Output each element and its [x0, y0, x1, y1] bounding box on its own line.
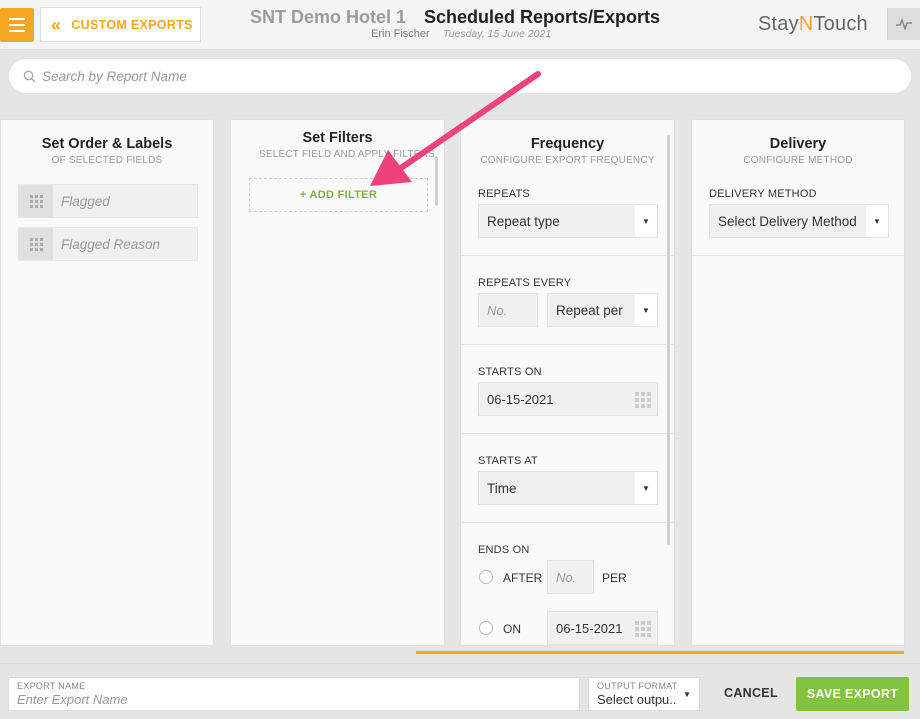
cancel-button[interactable]: CANCEL — [724, 686, 778, 700]
search-input[interactable] — [42, 68, 642, 84]
ends-on-radio[interactable] — [479, 621, 493, 635]
footer-bar: EXPORT NAME Enter Export Name OUTPUT FOR… — [0, 663, 920, 719]
logo-part-n: N — [798, 13, 814, 35]
delivery-panel-subtitle: CONFIGURE METHOD — [743, 155, 853, 166]
delivery-panel-title: Delivery — [769, 136, 827, 152]
save-export-button[interactable]: SAVE EXPORT — [796, 677, 909, 711]
progress-indicator-bar — [416, 651, 904, 654]
order-panel-subtitle: OF SELECTED FIELDS — [51, 155, 163, 166]
order-panel-title: Set Order & Labels — [41, 136, 173, 152]
field-item-flagged-reason[interactable]: Flagged Reason — [18, 227, 198, 261]
caret-down-icon: ▼ — [635, 294, 657, 326]
field-item-flagged[interactable]: Flagged — [18, 184, 198, 218]
page-title: Scheduled Reports/Exports — [424, 7, 661, 27]
filters-scrollbar[interactable] — [435, 156, 438, 206]
repeat-type-select[interactable]: Repeat type ▼ — [478, 204, 658, 238]
repeat-number-input[interactable]: No. — [478, 293, 538, 327]
frequency-panel: Frequency CONFIGURE EXPORT FREQUENCY REP… — [460, 119, 675, 646]
staynt-logo: StayNTouch — [758, 13, 868, 36]
drag-handle-icon[interactable] — [19, 228, 53, 260]
caret-down-icon: ▼ — [635, 472, 657, 504]
user-name: Erin Fischer — [371, 28, 430, 40]
hamburger-menu-icon[interactable] — [0, 8, 34, 42]
ends-on-date-input[interactable]: 06-15-2021 — [547, 611, 658, 645]
starts-at-time-select[interactable]: Time ▼ — [478, 471, 658, 505]
starts-on-date-value: 06-15-2021 — [487, 391, 554, 407]
caret-down-icon: ▼ — [866, 205, 888, 237]
logo-part-stay: Stay — [758, 13, 799, 35]
repeats-label: REPEATS — [478, 188, 530, 200]
export-name-field[interactable]: EXPORT NAME Enter Export Name — [8, 677, 580, 711]
per-label: PER — [602, 571, 627, 585]
activity-pulse-icon[interactable] — [887, 8, 920, 40]
double-chevron-left-icon: « — [51, 14, 62, 35]
back-button-label: CUSTOM EXPORTS — [71, 17, 193, 32]
back-to-custom-exports-button[interactable]: « CUSTOM EXPORTS — [40, 7, 201, 42]
export-name-label: EXPORT NAME — [17, 681, 86, 691]
repeat-per-select[interactable]: Repeat per ▼ — [547, 293, 658, 327]
ends-on-date-value: 06-15-2021 — [556, 620, 623, 636]
add-filter-button[interactable]: + ADD FILTER — [249, 178, 428, 212]
delivery-method-label: DELIVERY METHOD — [709, 188, 817, 200]
business-date: Tuesday, 15 June 2021 — [443, 28, 552, 40]
repeat-per-value: Repeat per — [556, 302, 623, 318]
section-divider — [692, 255, 906, 256]
field-label: Flagged Reason — [61, 236, 161, 252]
frequency-panel-subtitle: CONFIGURE EXPORT FREQUENCY — [480, 155, 655, 166]
repeat-type-value: Repeat type — [487, 213, 560, 229]
calendar-icon[interactable] — [635, 392, 651, 408]
time-value: Time — [487, 480, 517, 496]
repeats-every-label: REPEATS EVERY — [478, 277, 572, 289]
field-label: Flagged — [61, 193, 110, 209]
delivery-method-select[interactable]: Select Delivery Method ▼ — [709, 204, 889, 238]
search-icon — [23, 70, 36, 82]
caret-down-icon: ▼ — [683, 690, 691, 699]
section-divider — [461, 255, 674, 256]
output-format-select[interactable]: OUTPUT FORMAT Select outpu.. ▼ — [588, 677, 700, 711]
ends-after-number-input[interactable]: No. — [547, 560, 594, 594]
after-label: AFTER — [503, 571, 543, 585]
delivery-panel: Delivery CONFIGURE METHOD DELIVERY METHO… — [691, 119, 906, 646]
starts-at-label: STARTS AT — [478, 455, 538, 467]
order-labels-panel: Set Order & Labels OF SELECTED FIELDS Fl… — [0, 119, 214, 646]
on-label: ON — [503, 622, 521, 636]
drag-handle-icon[interactable] — [19, 185, 53, 217]
section-divider — [461, 522, 674, 523]
starts-on-date-input[interactable]: 06-15-2021 — [478, 382, 658, 416]
ends-after-radio[interactable] — [479, 570, 493, 584]
filters-panel-title: Set Filters — [302, 130, 373, 146]
filters-panel-subtitle: SELECT FIELD AND APPLY FILTERS — [259, 149, 434, 160]
frequency-panel-title: Frequency — [530, 136, 605, 152]
delivery-method-value: Select Delivery Method — [718, 213, 857, 229]
caret-down-icon: ▼ — [635, 205, 657, 237]
calendar-icon[interactable] — [635, 621, 651, 637]
search-bar-area — [0, 51, 920, 103]
starts-on-label: STARTS ON — [478, 366, 542, 378]
frequency-scrollbar[interactable] — [667, 135, 670, 545]
filters-panel: Set Filters SELECT FIELD AND APPLY FILTE… — [230, 119, 445, 646]
section-divider — [461, 433, 674, 434]
section-divider — [461, 344, 674, 345]
search-box[interactable] — [9, 59, 911, 93]
ends-on-label: ENDS ON — [478, 544, 530, 556]
export-name-input[interactable]: Enter Export Name — [17, 692, 579, 707]
logo-part-touch: Touch — [813, 13, 868, 35]
hotel-name: SNT Demo Hotel 1 — [250, 7, 407, 27]
app-header: « CUSTOM EXPORTS SNT Demo Hotel 1 Schedu… — [0, 0, 920, 50]
